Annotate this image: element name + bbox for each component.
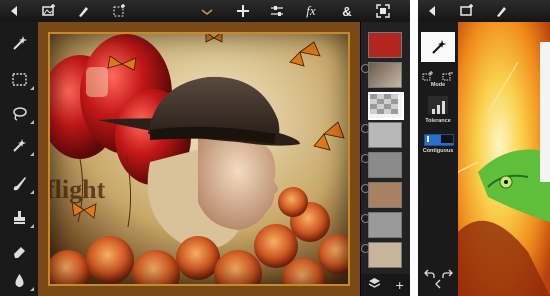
layer-thumb-selected[interactable] [368,92,404,120]
brush-icon[interactable] [490,0,512,22]
editor-device-main: fx & flight + [0,0,410,296]
drop-icon [14,273,24,287]
submenu-indicator [30,224,34,228]
layers-footer: + [361,274,410,296]
layer-thumb[interactable] [368,152,402,178]
tolerance-icon[interactable] [428,96,448,114]
add-selection-icon[interactable] [422,68,434,81]
tolerance-label: Tolerance [425,118,451,124]
ornate-frame [38,22,360,296]
brush-tool[interactable] [0,168,38,198]
marquee-tool[interactable] [0,64,38,94]
layer-thumb[interactable] [368,32,402,58]
eraser-icon [13,246,25,258]
image-canvas[interactable]: flight [38,22,360,296]
contiguous-label: Contiguous [422,148,454,154]
collapse-arrow-icon[interactable] [434,276,442,294]
redo-icon[interactable] [442,269,453,282]
refine-edge-tool[interactable] [0,130,38,160]
submenu-indicator [30,190,34,194]
eraser-tool[interactable] [0,236,38,266]
top-toolbar: fx & [0,0,410,23]
marquee-icon [11,72,27,86]
stamp-tool[interactable] [0,202,38,232]
stamp-icon [13,210,25,224]
adjustments-icon[interactable] [266,0,288,22]
layer-thumb[interactable] [368,242,402,268]
add-icon[interactable] [232,0,254,22]
brush-icon [13,176,26,190]
blur-tool[interactable] [0,265,38,295]
submenu-indicator [30,86,34,90]
screenshot-stage: fx & flight + Mode Tolerance Contiguous [0,0,550,296]
layer-thumb[interactable] [368,212,402,238]
layer-thumb[interactable] [368,62,402,88]
tool-sidebar [0,22,38,296]
fullscreen-icon[interactable] [372,0,394,22]
layer-thumb[interactable] [368,182,402,208]
selection-icon[interactable] [108,0,130,22]
magic-wand-tool[interactable] [0,28,38,58]
combine-button[interactable]: & [336,0,358,22]
image-add-icon[interactable] [456,0,478,22]
magic-wand-icon [431,39,446,54]
back-arrow-icon[interactable] [422,0,444,22]
tool-options-panel: Mode Tolerance Contiguous [418,22,458,296]
fx-button[interactable]: fx [300,0,322,22]
refine-edge-icon [12,138,26,152]
submenu-indicator [30,120,34,124]
lasso-tool[interactable] [0,98,38,128]
top-toolbar [418,0,550,23]
submenu-indicator [30,287,34,291]
mode-label: Mode [430,82,446,88]
layers-panel: + [360,22,410,296]
lasso-icon [12,106,27,121]
layers-stack-icon[interactable] [368,277,381,293]
layer-thumb[interactable] [368,122,402,148]
image-add-icon[interactable] [38,0,60,22]
magic-wand-icon [12,35,27,50]
subtract-selection-icon[interactable] [442,68,454,81]
crown-ornament-icon [196,0,218,22]
brush-icon[interactable] [72,0,94,22]
editor-device-secondary: Mode Tolerance Contiguous [418,0,550,296]
submenu-indicator [30,152,34,156]
chameleon-artwork [458,22,550,296]
image-canvas[interactable] [458,22,550,296]
back-arrow-icon[interactable] [4,0,26,22]
magic-wand-tool-selected[interactable] [421,32,455,62]
add-layer-button[interactable]: + [396,277,404,293]
contiguous-toggle[interactable] [424,134,454,146]
mode-options [422,68,454,81]
